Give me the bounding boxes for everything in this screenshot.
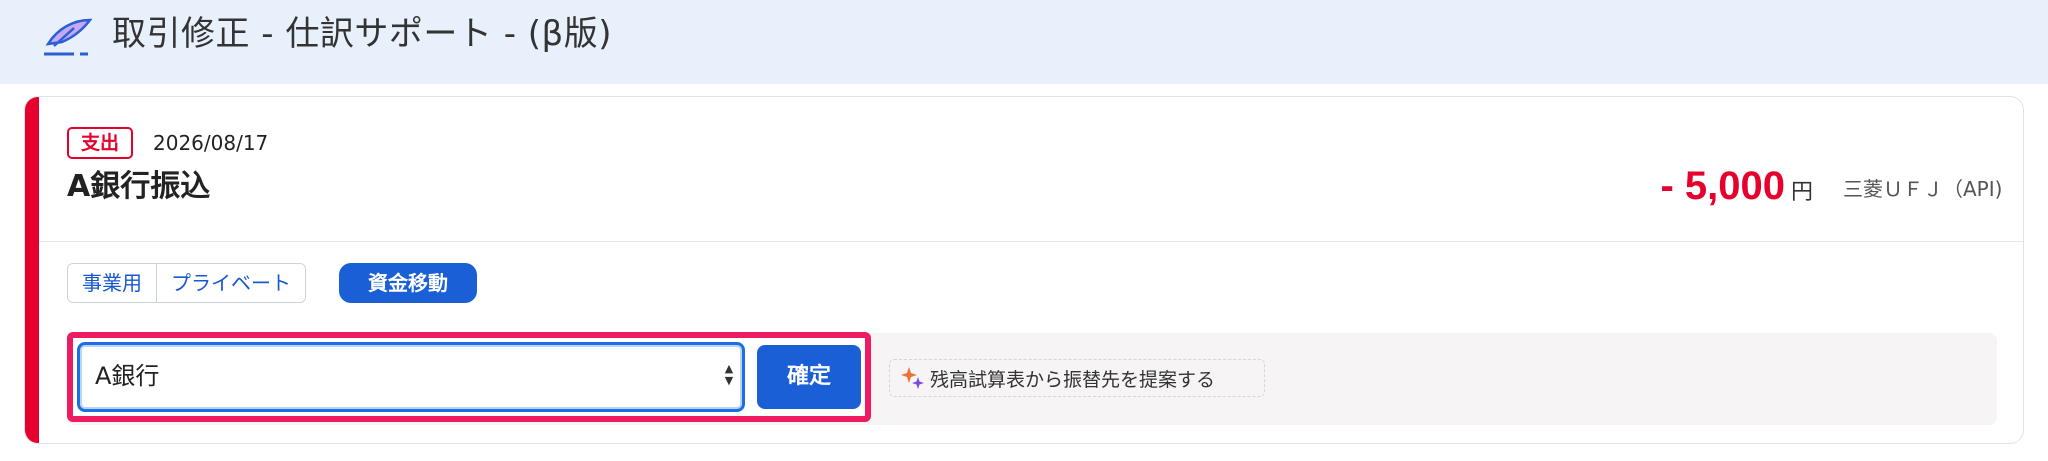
transaction-type-badge: 支出 <box>67 127 134 159</box>
transfer-account-select[interactable] <box>77 342 745 412</box>
select-value: A銀行 <box>95 362 160 390</box>
account-name: 三菱ＵＦＪ（API) <box>1843 177 2003 201</box>
transaction-amount: - 5,000 <box>1660 164 1785 208</box>
sparkle-icon <box>901 367 924 389</box>
header: 取引修正 - 仕訳サポート - (β版) <box>0 0 2048 84</box>
transaction-date: 2026/08/17 <box>153 131 269 155</box>
segment-private[interactable]: プライベート <box>156 264 305 302</box>
quill-pen-icon <box>44 18 93 56</box>
amount-unit: 円 <box>1791 180 1814 205</box>
fund-transfer-pill[interactable]: 資金移動 <box>339 263 477 303</box>
select-arrows-icon: ▲ ▼ <box>724 362 734 387</box>
page-title: 取引修正 - 仕訳サポート - (β版) <box>112 14 612 54</box>
confirm-button[interactable]: 確定 <box>757 345 861 409</box>
divider <box>39 241 2023 242</box>
transaction-title: A銀行振込 <box>67 169 211 204</box>
transaction-card: 支出 2026/08/17 A銀行振込 - 5,000 円 三菱ＵＦＪ（API)… <box>24 96 2024 444</box>
segment-business[interactable]: 事業用 <box>68 264 156 302</box>
suggest-transfer-button[interactable]: 残高試算表から振替先を提案する <box>889 359 1265 397</box>
expense-stripe <box>25 97 39 443</box>
suggest-label: 残高試算表から振替先を提案する <box>930 368 1216 391</box>
usage-segmented-control: 事業用 プライベート <box>67 263 306 303</box>
